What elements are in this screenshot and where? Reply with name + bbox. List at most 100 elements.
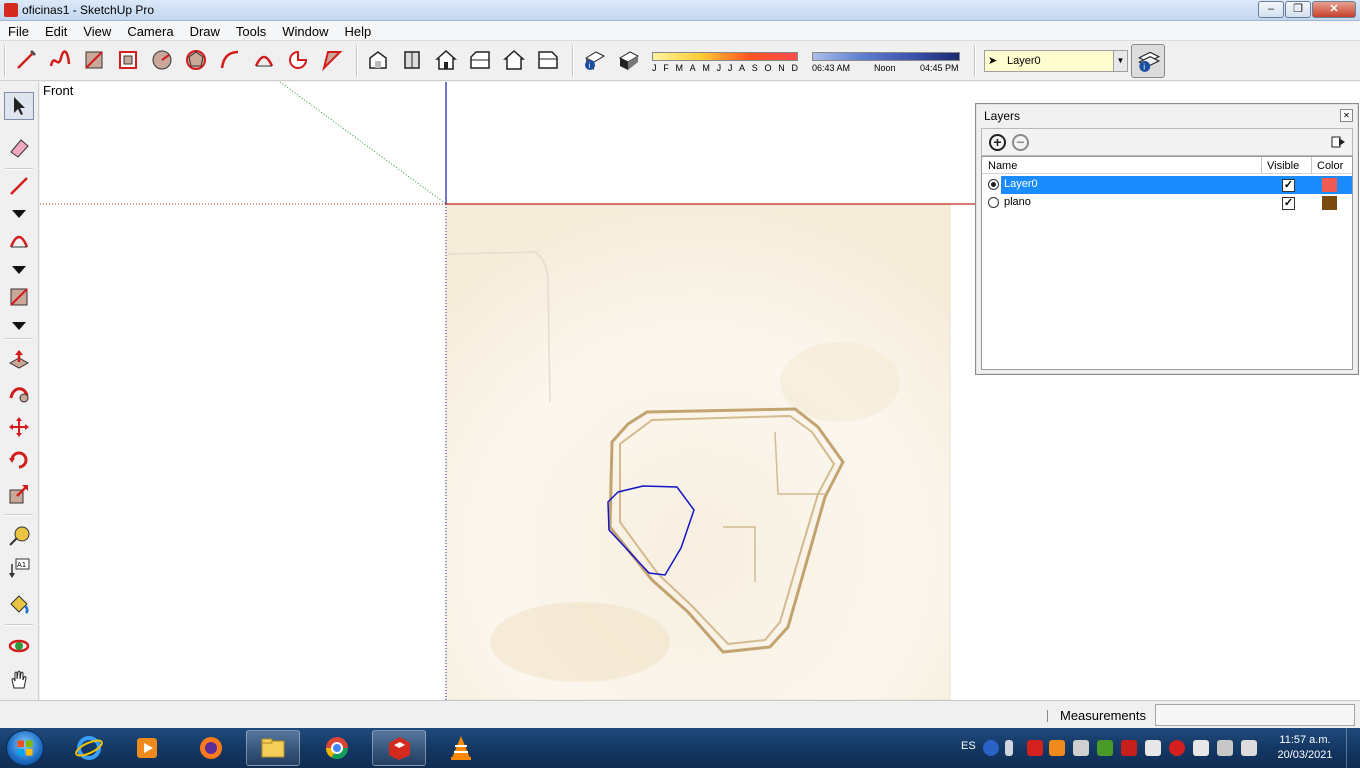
column-header-name[interactable]: Name: [988, 160, 1017, 172]
adobe-icon[interactable]: [1027, 740, 1043, 756]
select-tool-icon[interactable]: [4, 92, 34, 120]
current-layer-dropdown[interactable]: ➤ Layer0 ▼: [984, 50, 1128, 72]
action-center-icon[interactable]: [1193, 740, 1209, 756]
column-header-color[interactable]: Color: [1317, 160, 1343, 172]
display-shadows-icon[interactable]: [614, 46, 642, 74]
taskbar-clock[interactable]: 11:57 a.m. 20/03/2021: [1270, 733, 1340, 763]
column-header-visible[interactable]: Visible: [1267, 160, 1299, 172]
network-icon[interactable]: [1217, 740, 1233, 756]
sketchup-app-icon[interactable]: [4, 3, 18, 17]
rectangle-tool-icon[interactable]: [80, 46, 108, 74]
freehand-tool-icon[interactable]: [46, 46, 74, 74]
iso-view-icon[interactable]: [364, 46, 392, 74]
layer-name[interactable]: plano: [1002, 196, 1033, 208]
media-player-icon[interactable]: [120, 730, 174, 766]
shadow-settings-icon[interactable]: i: [580, 46, 608, 74]
layer-color-swatch[interactable]: [1322, 178, 1337, 192]
shadow-month-slider[interactable]: [652, 52, 798, 61]
start-button[interactable]: [6, 730, 44, 766]
menu-file[interactable]: File: [0, 21, 37, 40]
layer-row-layer0[interactable]: Layer0 ✓: [982, 176, 1352, 194]
rotate-tool-icon[interactable]: [4, 446, 34, 474]
orbit-tool-icon[interactable]: [4, 632, 34, 660]
close-button[interactable]: ✕: [1312, 1, 1356, 18]
menu-edit[interactable]: Edit: [37, 21, 75, 40]
active-layer-radio[interactable]: [988, 179, 999, 190]
solidworks-icon[interactable]: [1121, 740, 1137, 756]
tape-measure-tool-icon[interactable]: [4, 522, 34, 550]
layer-color-swatch[interactable]: [1322, 196, 1337, 210]
push-pull-tool-icon[interactable]: [4, 346, 34, 374]
minimize-button[interactable]: –: [1258, 1, 1284, 18]
left-view-icon[interactable]: [534, 46, 562, 74]
three-point-arc-tool-icon[interactable]: [318, 46, 346, 74]
flyout-arrow-icon[interactable]: [12, 207, 26, 218]
layer-manager-button[interactable]: i: [1131, 44, 1165, 78]
help-icon[interactable]: [983, 740, 999, 756]
app-tray-icon[interactable]: [1145, 740, 1161, 756]
delete-layer-button[interactable]: −: [1012, 134, 1029, 151]
vlc-tray-icon[interactable]: [1049, 740, 1065, 756]
pie-tool-icon[interactable]: [284, 46, 312, 74]
rotated-rectangle-tool-icon[interactable]: [114, 46, 142, 74]
shadow-time-slider[interactable]: [812, 52, 960, 61]
column-divider[interactable]: [1311, 157, 1312, 174]
menu-tools[interactable]: Tools: [228, 21, 274, 40]
flyout-arrow-icon[interactable]: [12, 319, 26, 330]
volume-icon[interactable]: [1241, 740, 1257, 756]
flyout-arrow-icon[interactable]: [12, 263, 26, 274]
two-point-arc-tool-icon[interactable]: [250, 46, 278, 74]
pan-hand-tool-icon[interactable]: [4, 666, 34, 694]
vlc-icon[interactable]: [434, 730, 488, 766]
show-desktop-button[interactable]: [1346, 728, 1360, 768]
measurements-input[interactable]: [1155, 704, 1355, 726]
firefox-icon[interactable]: [184, 730, 238, 766]
eraser-tool-icon[interactable]: [4, 134, 34, 162]
column-divider[interactable]: [1261, 157, 1262, 174]
visible-checkbox[interactable]: ✓: [1282, 197, 1295, 210]
front-view-icon[interactable]: [432, 46, 460, 74]
dimension-text-tool-icon[interactable]: A1: [4, 554, 34, 582]
input-options-icon[interactable]: [1005, 740, 1013, 756]
polygon-tool-icon[interactable]: [182, 46, 210, 74]
follow-me-tool-icon[interactable]: [4, 380, 34, 408]
details-arrow-icon[interactable]: [1330, 134, 1346, 150]
layers-table: Name Visible Color Layer0 ✓ plano ✓: [981, 156, 1353, 370]
scale-tool-icon[interactable]: [4, 480, 34, 508]
arc-tool-icon[interactable]: [216, 46, 244, 74]
alert-icon[interactable]: [1169, 740, 1185, 756]
language-indicator[interactable]: ES: [961, 740, 976, 752]
right-view-icon[interactable]: [466, 46, 494, 74]
layer-row-plano[interactable]: plano ✓: [982, 194, 1352, 212]
svg-text:i: i: [589, 62, 591, 70]
add-layer-button[interactable]: +: [989, 134, 1006, 151]
line-tool-icon[interactable]: [12, 46, 40, 74]
menu-bar: File Edit View Camera Draw Tools Window …: [0, 21, 1360, 41]
chevron-down-icon[interactable]: ▼: [1113, 51, 1127, 71]
menu-camera[interactable]: Camera: [119, 21, 181, 40]
menu-draw[interactable]: Draw: [182, 21, 228, 40]
move-tool-icon[interactable]: [4, 413, 34, 441]
internet-explorer-icon[interactable]: [62, 730, 116, 766]
menu-help[interactable]: Help: [337, 21, 380, 40]
circle-tool-icon[interactable]: [148, 46, 176, 74]
active-layer-radio[interactable]: [988, 197, 999, 208]
sketchup-taskbar-icon[interactable]: [372, 730, 426, 766]
rectangle-tool-icon[interactable]: [4, 283, 34, 311]
chrome-icon[interactable]: [310, 730, 364, 766]
menu-window[interactable]: Window: [274, 21, 336, 40]
tools-tray-icon[interactable]: [1073, 740, 1089, 756]
menu-view[interactable]: View: [75, 21, 119, 40]
top-view-icon[interactable]: [398, 46, 426, 74]
layer-name[interactable]: Layer0: [1002, 178, 1352, 190]
scanned-floorplan-image[interactable]: [445, 204, 951, 700]
close-icon[interactable]: ✕: [1340, 109, 1353, 122]
file-explorer-icon[interactable]: [246, 730, 300, 766]
visible-checkbox[interactable]: ✓: [1282, 179, 1295, 192]
paint-bucket-tool-icon[interactable]: [4, 590, 34, 618]
back-view-icon[interactable]: [500, 46, 528, 74]
arc-tool-icon[interactable]: [4, 227, 34, 255]
restore-button[interactable]: ❐: [1285, 1, 1311, 18]
line-tool-icon[interactable]: [4, 172, 34, 200]
nvidia-icon[interactable]: [1097, 740, 1113, 756]
